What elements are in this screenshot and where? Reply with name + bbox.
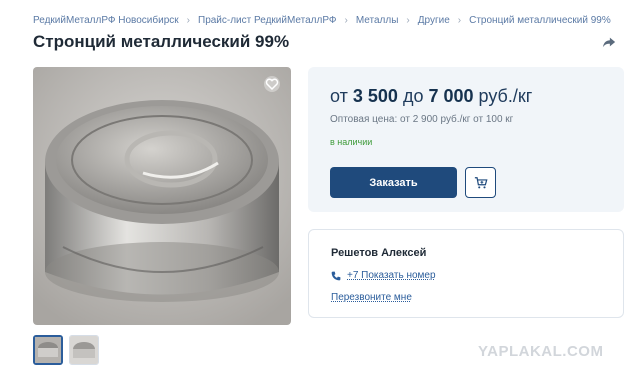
price-max: 7 000 [428, 86, 474, 106]
phone-icon [331, 271, 341, 280]
price-unit: руб./кг [478, 86, 533, 106]
price-min: 3 500 [352, 86, 398, 106]
breadcrumb-separator: › [406, 15, 410, 26]
stock-status: в наличии [330, 137, 373, 147]
price-from-word: от [330, 86, 348, 106]
heart-icon[interactable] [264, 76, 280, 92]
breadcrumb-separator: › [186, 15, 190, 26]
breadcrumb-separator: › [344, 15, 348, 26]
page-title: Стронций металлический 99% [33, 32, 290, 51]
share-icon[interactable] [602, 35, 616, 49]
product-page: РедкийМеталлРФ Новосибирск › Прайс-лист … [0, 0, 640, 382]
breadcrumb-item-price-list[interactable]: Прайс-лист РедкийМеталлРФ [198, 15, 337, 26]
breadcrumb-item-other[interactable]: Другие [418, 15, 450, 26]
breadcrumb-separator: › [457, 15, 462, 26]
breadcrumb-item-current[interactable]: Стронций металлический 99% [469, 15, 611, 26]
breadcrumb-item-metals[interactable]: Металлы [356, 15, 399, 26]
seller-name: Решетов Алексей [331, 247, 427, 259]
wholesale-price: Оптовая цена: от 2 900 руб./кг от 100 кг [330, 114, 514, 125]
photo-thumbnails [33, 335, 99, 365]
seller-card: Решетов Алексей +7 Показать номер Перезв… [308, 229, 624, 318]
add-to-cart-button[interactable] [465, 167, 496, 198]
thumbnail-1[interactable] [33, 335, 63, 365]
watermark: YAPLAKAL.COM [478, 343, 604, 360]
product-photo[interactable] [33, 67, 291, 325]
breadcrumb-item-city[interactable]: РедкийМеталлРФ Новосибирск [33, 15, 179, 26]
thumbnail-2[interactable] [69, 335, 99, 365]
thumbnail-image [35, 337, 61, 363]
price-to-word: до [402, 86, 424, 106]
cart-icon [474, 176, 487, 188]
show-phone-link[interactable]: +7 Показать номер [331, 270, 436, 281]
price-card: от 3 500 до 7 000 руб./кг Оптовая цена: … [308, 67, 624, 212]
breadcrumb: РедкийМеталлРФ Новосибирск › Прайс-лист … [33, 15, 611, 26]
thumbnail-image [70, 336, 98, 364]
show-phone-label[interactable]: +7 Показать номер [347, 270, 436, 281]
order-button[interactable]: Заказать [330, 167, 457, 198]
callback-link[interactable]: Перезвоните мне [331, 292, 412, 303]
price-range: от 3 500 до 7 000 руб./кг [330, 86, 532, 107]
